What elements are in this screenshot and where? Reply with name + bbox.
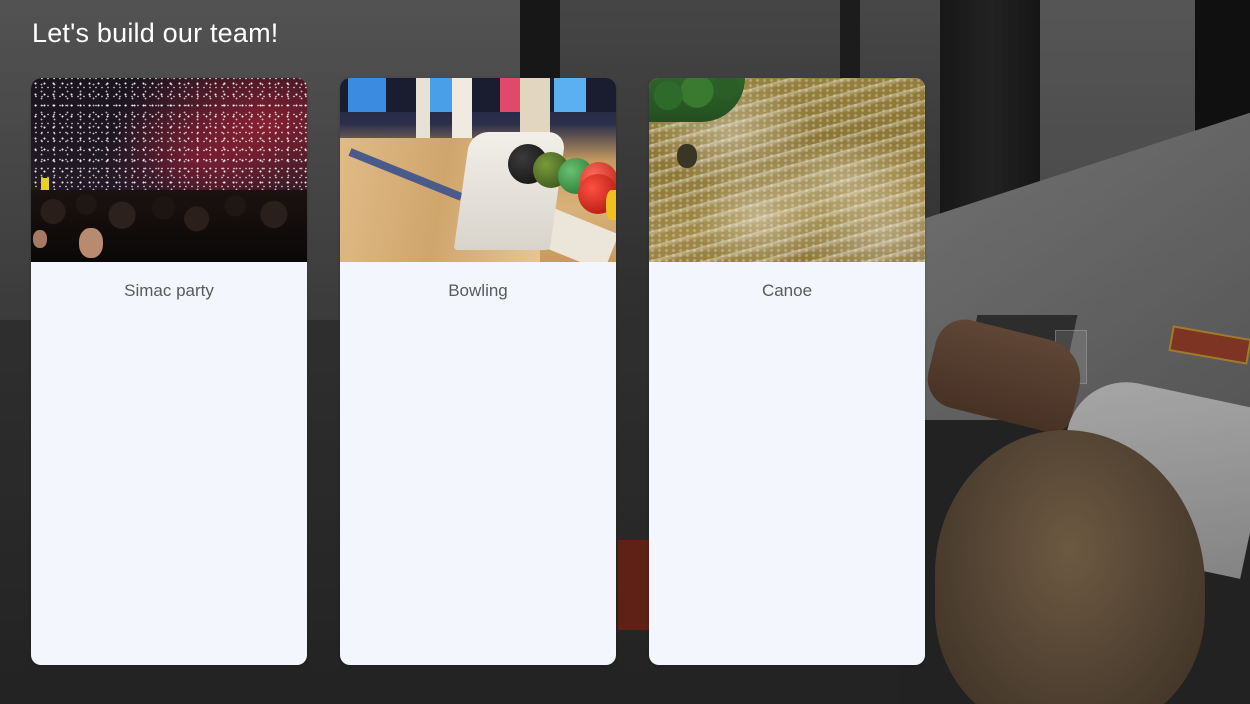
crowd-face: [79, 228, 103, 258]
ball-return-machine: [453, 132, 567, 250]
bowling-ball: [606, 190, 616, 220]
activity-card-bowling[interactable]: Bowling: [340, 78, 616, 665]
activity-cards: Simac party Bowling Canoe: [31, 78, 925, 665]
crowd-face: [33, 230, 47, 248]
stage-light: [41, 178, 49, 190]
page-title: Let's build our team!: [32, 18, 279, 48]
river-image: [649, 78, 925, 262]
activity-card-title: Simac party: [124, 281, 214, 300]
crowd-silhouette: [31, 190, 307, 262]
party-image: [31, 78, 307, 262]
activity-card-title: Bowling: [448, 281, 508, 300]
activity-card-canoe[interactable]: Canoe: [649, 78, 925, 665]
river-rock: [677, 144, 697, 168]
activity-card-title: Canoe: [761, 281, 813, 300]
bowling-pillar: [520, 78, 550, 138]
bowling-image: [340, 78, 616, 262]
bowling-screens: [340, 78, 616, 112]
bowling-pillar: [452, 78, 472, 146]
confetti-decoration: [31, 78, 307, 207]
activity-card-simac-party[interactable]: Simac party: [31, 78, 307, 665]
